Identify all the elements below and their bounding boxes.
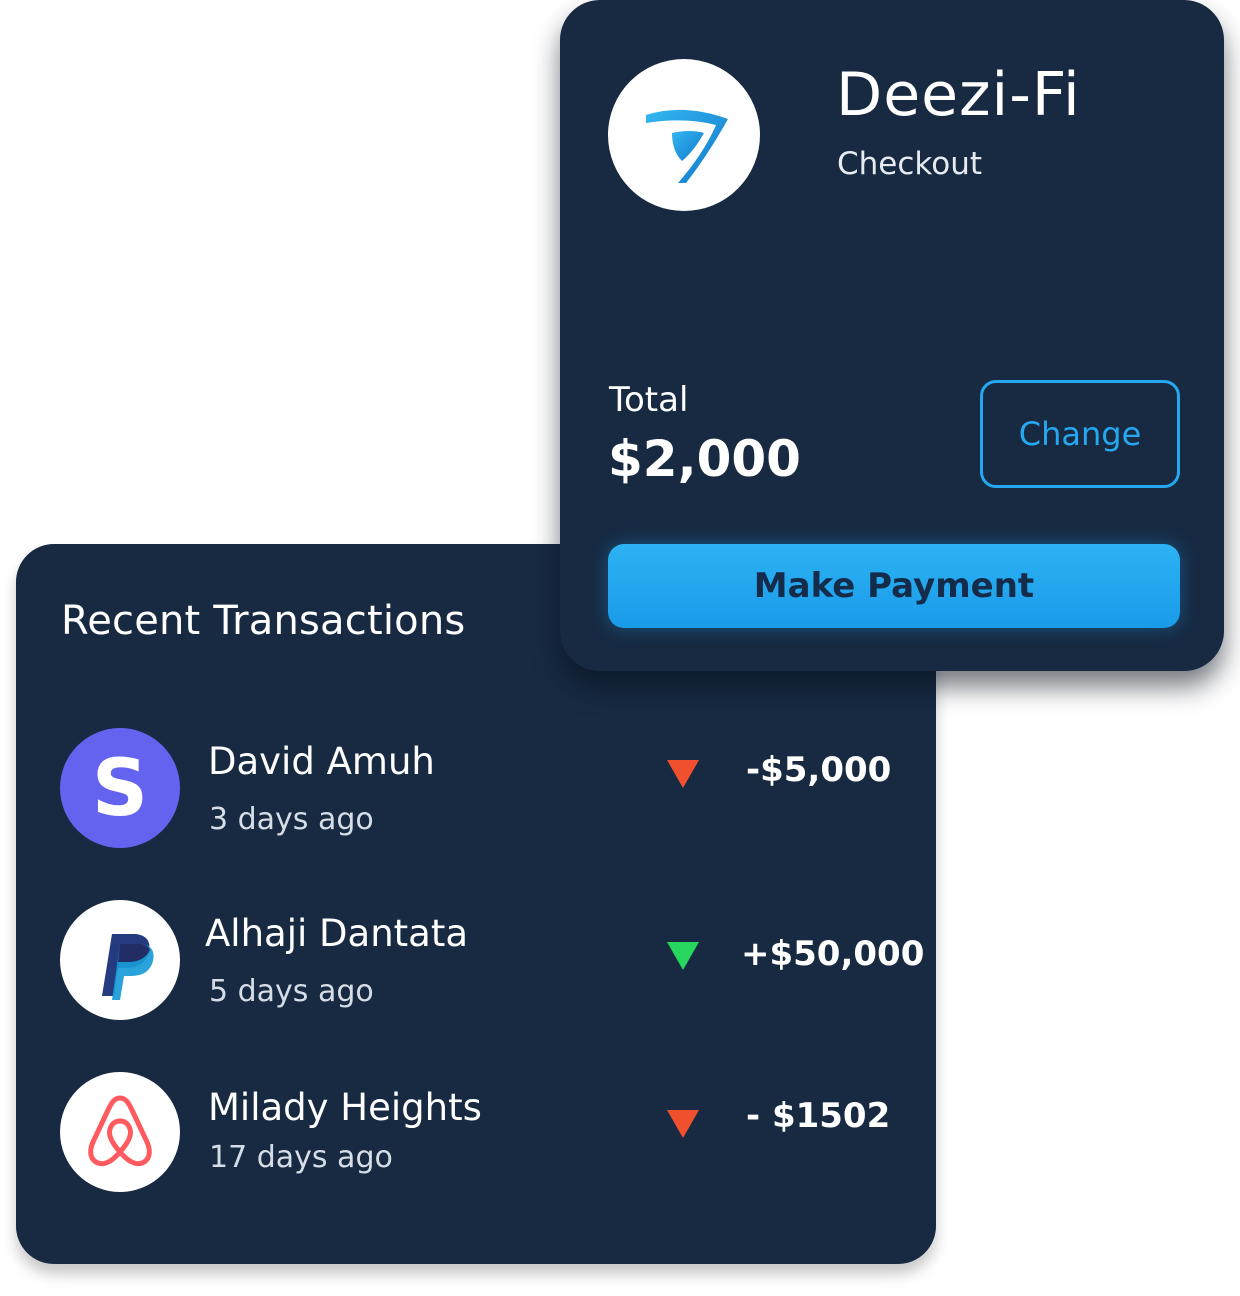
transaction-name: David Amuh [208,740,435,783]
paypal-logo-icon [60,900,180,1020]
change-button[interactable]: Change [980,380,1180,488]
checkout-card: Deezi-Fi Checkout Total $2,000 Change Ma… [560,0,1224,671]
transaction-name: Milady Heights [208,1086,482,1129]
down-arrow-icon [667,1110,699,1138]
transaction-amount: - $1502 [746,1096,891,1136]
transaction-time: 17 days ago [209,1140,393,1175]
svg-text:S: S [92,744,148,834]
transaction-row[interactable]: Alhaji Dantata 5 days ago +$50,000 [60,900,924,1022]
deezi-fi-logo-icon [608,59,760,211]
transaction-amount: +$50,000 [741,934,925,974]
transaction-time: 3 days ago [209,802,374,837]
transaction-amount: -$5,000 [746,750,892,790]
transaction-name: Alhaji Dantata [205,912,469,955]
transaction-row[interactable]: Milady Heights 17 days ago - $1502 [60,1072,910,1194]
transaction-time: 5 days ago [209,974,374,1009]
stripe-logo-icon: S [60,728,180,848]
transaction-row[interactable]: S David Amuh 3 days ago -$5,000 [60,728,910,850]
checkout-subtitle: Checkout [837,146,983,182]
brand-name: Deezi-Fi [836,60,1081,130]
down-arrow-icon [667,760,699,788]
recent-transactions-title: Recent Transactions [61,598,466,644]
total-value: $2,000 [608,430,801,488]
airbnb-logo-icon [60,1072,180,1192]
total-label: Total [609,380,689,420]
make-payment-button[interactable]: Make Payment [608,544,1180,628]
down-arrow-icon [667,942,699,970]
stage: Recent Transactions S David Amuh 3 days … [0,0,1240,1296]
